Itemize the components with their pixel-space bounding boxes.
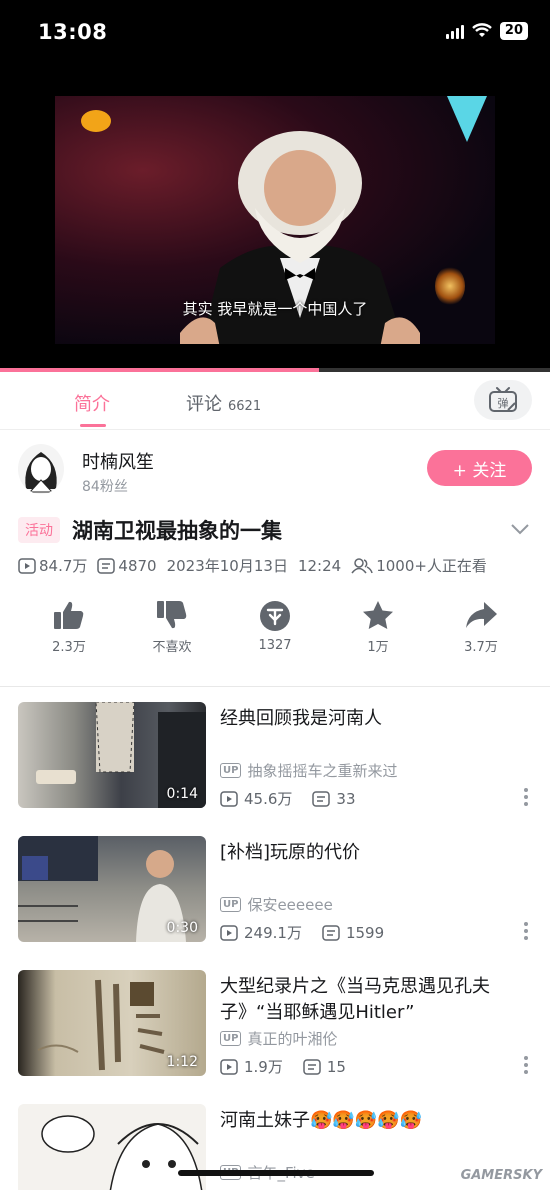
- favorite-button[interactable]: 1万: [338, 600, 418, 655]
- watching-count: 1000+人正在看: [376, 557, 487, 575]
- rec-danmaku: 15: [326, 1057, 346, 1076]
- more-options-icon[interactable]: [524, 1056, 528, 1077]
- thumbs-up-icon: [54, 601, 84, 629]
- more-options-icon[interactable]: [524, 788, 528, 809]
- share-count: 3.7万: [464, 640, 498, 655]
- dislike-label: 不喜欢: [152, 640, 192, 655]
- rec-stats: 1.9万 15: [220, 1056, 346, 1077]
- favorite-count: 1万: [367, 640, 389, 655]
- thumbnail-scene: [41, 1115, 203, 1190]
- tab-underline: [80, 424, 106, 427]
- action-bar: 2.3万 不喜欢 1327 1万 3.7万: [0, 600, 550, 664]
- play-count-icon: [220, 924, 238, 941]
- like-count: 2.3万: [52, 640, 86, 655]
- channel-logo-icon: [81, 110, 111, 132]
- event-tag: 活动: [18, 517, 60, 543]
- star-icon: [363, 601, 393, 629]
- rec-danmaku: 1599: [345, 923, 385, 942]
- video-player-area[interactable]: 13:08 20 其实 我早就是一个中国人了: [0, 0, 550, 372]
- rec-views: 249.1万: [244, 924, 302, 942]
- home-indicator[interactable]: [178, 1170, 374, 1176]
- video-duration: 0:14: [166, 786, 198, 802]
- section-divider: [0, 686, 550, 687]
- video-frame[interactable]: 其实 我早就是一个中国人了: [55, 96, 495, 344]
- danmaku-count: 4870: [118, 556, 157, 575]
- tab-comments[interactable]: 评论 6621: [186, 390, 261, 416]
- comment-count: 6621: [228, 399, 262, 414]
- avatar[interactable]: [18, 444, 64, 494]
- thumbs-down-icon: [157, 601, 187, 629]
- uploader-row: 时楠风笙 84粉丝 + 关注: [0, 440, 550, 500]
- battery-icon: 20: [499, 22, 528, 40]
- rec-stats: 249.1万 1599: [220, 922, 384, 943]
- rec-stats: 45.6万 33: [220, 788, 356, 809]
- like-button[interactable]: 2.3万: [29, 600, 109, 655]
- coin-count: 1327: [258, 638, 292, 653]
- rec-uploader: UP 抽象摇摇车之重新来过: [220, 760, 397, 781]
- uploader-name[interactable]: 时楠风笙: [82, 448, 154, 474]
- danmaku-count-icon: [97, 557, 116, 574]
- up-badge-icon: UP: [220, 1031, 242, 1046]
- more-options-icon[interactable]: [524, 922, 528, 943]
- video-duration: 0:30: [166, 920, 198, 936]
- rec-title: 河南土妹子🥵🥵🥵🥵🥵: [220, 1110, 423, 1131]
- share-button[interactable]: 3.7万: [441, 600, 521, 655]
- rec-uploader-name: 真正的叶湘伦: [247, 1030, 338, 1048]
- view-count: 84.7万: [39, 557, 88, 575]
- corner-triangle-icon: [447, 96, 487, 142]
- video-duration: 1:12: [166, 1054, 198, 1070]
- status-icons: 20: [445, 22, 528, 40]
- tab-comments-label: 评论: [186, 394, 222, 415]
- follow-button[interactable]: + 关注: [427, 450, 532, 486]
- video-meta-row: 84.7万 4870 2023年10月13日 12:24 1000+人正在看: [18, 555, 538, 576]
- video-subtitle: 其实 我早就是一个中国人了: [182, 300, 368, 318]
- dislike-button[interactable]: 不喜欢: [132, 600, 212, 655]
- coin-icon: [260, 601, 290, 631]
- up-badge-icon: UP: [220, 763, 242, 778]
- share-icon: [466, 602, 497, 628]
- status-time: 13:08: [38, 20, 108, 44]
- svg-text:弹: 弹: [498, 396, 509, 410]
- video-title-row[interactable]: 活动 湖南卫视最抽象的一集: [18, 512, 532, 548]
- list-item[interactable]: 0:30 [补档]玩原的代价 UP 保安eeeeee 249.1万 1599: [0, 836, 550, 948]
- signal-icon: [445, 23, 464, 39]
- rec-uploader-name: 抽象摇摇车之重新来过: [247, 762, 398, 780]
- viewers-icon: [351, 557, 373, 573]
- video-thumbnail[interactable]: 0:30: [18, 836, 206, 942]
- video-title: 湖南卫视最抽象的一集: [72, 519, 282, 543]
- play-count-icon: [220, 1058, 238, 1075]
- chevron-down-icon[interactable]: [510, 522, 530, 536]
- danmaku-tv-icon: 弹: [489, 387, 517, 412]
- rec-title: 经典回顾我是河南人: [220, 708, 382, 729]
- list-item[interactable]: 0:14 经典回顾我是河南人 UP 抽象摇摇车之重新来过 45.6万 33: [0, 702, 550, 814]
- rec-uploader: UP 保安eeeeee: [220, 894, 333, 915]
- play-count-icon: [220, 790, 238, 807]
- tab-bar: 简介 评论 6621 弹: [0, 372, 550, 430]
- video-thumbnail[interactable]: 0:14: [18, 702, 206, 808]
- video-thumbnail[interactable]: [18, 1104, 206, 1190]
- up-badge-icon: UP: [220, 897, 242, 912]
- uploader-fans: 84粉丝: [82, 479, 128, 495]
- danmaku-count-icon: [322, 924, 340, 941]
- publish-time: 12:24: [297, 556, 342, 575]
- rec-views: 1.9万: [244, 1058, 283, 1076]
- rec-title: [补档]玩原的代价: [220, 842, 361, 863]
- watermark: GAMERSKY: [460, 1168, 542, 1183]
- publish-date: 2023年10月13日: [166, 557, 288, 575]
- danmaku-count-icon: [303, 1058, 321, 1075]
- rec-danmaku: 33: [336, 789, 356, 808]
- danmaku-count-icon: [312, 790, 331, 807]
- avatar-drawing: [25, 452, 57, 493]
- rec-uploader: UP 真正的叶湘伦: [220, 1028, 337, 1049]
- rec-title: 大型纪录片之《当马克思遇见孔夫子》“当耶稣遇见Hitler”: [220, 976, 490, 1023]
- play-count-icon: [18, 557, 36, 574]
- list-item[interactable]: 1:12 大型纪录片之《当马克思遇见孔夫子》“当耶稣遇见Hitler” UP 真…: [0, 970, 550, 1082]
- rec-views: 45.6万: [244, 790, 293, 808]
- coin-button[interactable]: 1327: [235, 600, 315, 653]
- rec-uploader-name: 保安eeeeee: [247, 896, 333, 914]
- tab-intro[interactable]: 简介: [74, 390, 110, 416]
- wifi-icon: [472, 23, 492, 37]
- video-thumbnail[interactable]: 1:12: [18, 970, 206, 1076]
- danmaku-toggle-button[interactable]: 弹: [474, 380, 532, 420]
